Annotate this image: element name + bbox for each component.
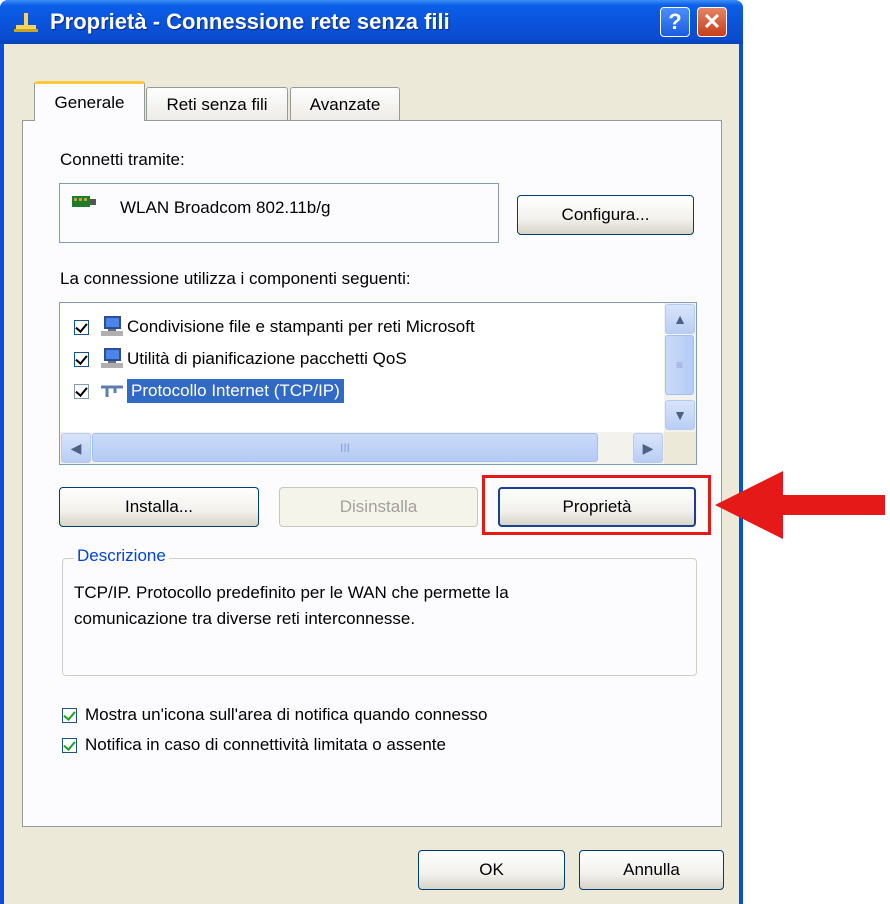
network-computer-icon bbox=[101, 348, 123, 368]
component-checkbox[interactable] bbox=[74, 383, 89, 399]
title-bar[interactable]: Proprietà - Connessione rete senza fili … bbox=[0, 0, 743, 44]
scrollbar-corner bbox=[664, 432, 696, 464]
component-checkbox[interactable] bbox=[74, 351, 89, 367]
cancel-button[interactable]: Annulla bbox=[579, 850, 724, 890]
device-box: WLAN Broadcom 802.11b/g bbox=[59, 183, 499, 243]
close-icon: ✕ bbox=[702, 9, 722, 34]
tab-generale[interactable]: Generale bbox=[34, 81, 145, 121]
network-computer-icon bbox=[101, 316, 123, 336]
vertical-scroll-thumb[interactable]: ≡ bbox=[665, 335, 694, 395]
description-text-line2: comunicazione tra diverse reti interconn… bbox=[74, 609, 416, 628]
red-arrow-icon bbox=[715, 471, 885, 539]
tab-reti-senza-fili[interactable]: Reti senza fili bbox=[146, 87, 288, 121]
horizontal-scrollbar[interactable]: ◀ III ▶ bbox=[60, 432, 665, 464]
component-label: Condivisione file e stampanti per reti M… bbox=[127, 317, 475, 336]
show-icon-checkbox[interactable] bbox=[62, 707, 77, 723]
component-label: Protocollo Internet (TCP/IP) bbox=[126, 378, 345, 404]
notify-option[interactable]: Notifica in caso di connettività limitat… bbox=[62, 729, 446, 761]
components-list[interactable]: Condivisione file e stampanti per reti M… bbox=[59, 302, 697, 465]
component-checkbox[interactable] bbox=[74, 319, 89, 335]
tab-label: Avanzate bbox=[309, 94, 381, 114]
ok-button[interactable]: OK bbox=[418, 850, 565, 890]
notify-checkbox[interactable] bbox=[62, 737, 77, 753]
scroll-up-icon[interactable]: ▲ bbox=[665, 304, 695, 334]
horizontal-scroll-thumb[interactable]: III bbox=[92, 433, 598, 462]
install-button[interactable]: Installa... bbox=[59, 487, 259, 527]
tab-label: Generale bbox=[54, 92, 125, 112]
close-button[interactable]: ✕ bbox=[697, 7, 727, 37]
configure-button[interactable]: Configura... bbox=[517, 195, 694, 235]
vertical-scrollbar[interactable]: ▲ ≡ ▼ bbox=[664, 303, 696, 432]
show-icon-option[interactable]: Mostra un'icona sull'area di notifica qu… bbox=[62, 699, 487, 731]
uninstall-button[interactable]: Disinstalla bbox=[279, 487, 478, 527]
list-item-selected[interactable]: Protocollo Internet (TCP/IP) bbox=[74, 375, 345, 407]
help-icon: ? bbox=[668, 9, 682, 34]
network-card-icon bbox=[72, 196, 96, 207]
scroll-left-icon[interactable]: ◀ bbox=[61, 433, 91, 463]
component-label: Utilità di pianificazione pacchetti QoS bbox=[127, 349, 407, 368]
description-title: Descrizione bbox=[74, 546, 169, 566]
tab-label: Reti senza fili bbox=[166, 94, 268, 114]
help-button[interactable]: ? bbox=[660, 7, 690, 37]
protocol-icon bbox=[101, 385, 123, 397]
components-label: La connessione utilizza i componenti seg… bbox=[60, 269, 411, 288]
window-title: Proprietà - Connessione rete senza fili bbox=[50, 9, 450, 34]
network-connection-icon bbox=[14, 13, 38, 32]
highlight-rectangle bbox=[482, 475, 711, 535]
description-text-line1: TCP/IP. Protocollo predefinito per le WA… bbox=[74, 583, 509, 602]
show-icon-label: Mostra un'icona sull'area di notifica qu… bbox=[85, 705, 488, 724]
tab-avanzate[interactable]: Avanzate bbox=[290, 87, 400, 121]
list-item[interactable]: Condivisione file e stampanti per reti M… bbox=[74, 311, 475, 343]
list-item[interactable]: Utilità di pianificazione pacchetti QoS bbox=[74, 343, 407, 375]
scroll-right-icon[interactable]: ▶ bbox=[633, 433, 663, 463]
connect-via-label: Connetti tramite: bbox=[60, 150, 185, 169]
device-name: WLAN Broadcom 802.11b/g bbox=[120, 198, 331, 217]
scroll-down-icon[interactable]: ▼ bbox=[665, 400, 695, 430]
notify-label: Notifica in caso di connettività limitat… bbox=[85, 735, 446, 754]
